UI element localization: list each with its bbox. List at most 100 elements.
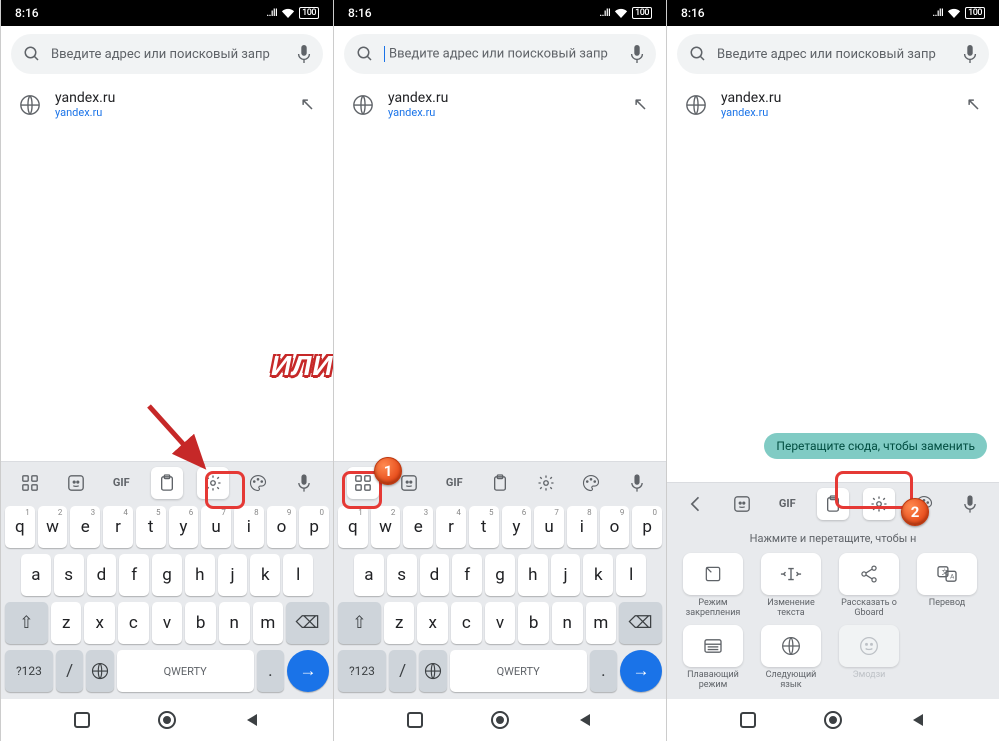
insert-arrow-icon[interactable]: ↖ (966, 94, 981, 115)
key-lang[interactable] (419, 650, 446, 692)
key-t[interactable]: t5 (469, 506, 499, 548)
mic-icon[interactable] (630, 45, 644, 63)
suggestion-row[interactable]: yandex.ru yandex.ru ↖ (334, 82, 666, 127)
grid-item-edit-text[interactable]: Изменение текста (755, 553, 827, 619)
key-i[interactable]: i8 (567, 506, 597, 548)
key-j[interactable]: j (551, 554, 581, 596)
suggestion-row[interactable]: yandex.ru yandex.ru ↖ (1, 82, 333, 127)
grid-item-translate[interactable]: 文AПеревод (911, 553, 983, 619)
key-k[interactable]: k (583, 554, 613, 596)
search-bar[interactable]: Введите адрес или поисковый запр (11, 34, 323, 74)
key-h[interactable]: h (518, 554, 548, 596)
key-go[interactable]: → (620, 650, 662, 692)
key-q[interactable]: q1 (5, 506, 35, 548)
nav-recent-icon[interactable] (740, 712, 756, 728)
key-d[interactable]: d (87, 554, 117, 596)
search-bar[interactable]: Введите адрес или поисковый запр (677, 34, 989, 74)
search-bar[interactable]: Введите адрес или поисковый запр (344, 34, 656, 74)
key-u[interactable]: u7 (201, 506, 231, 548)
key-a[interactable]: a (354, 554, 384, 596)
key-t[interactable]: t5 (136, 506, 166, 548)
key-s[interactable]: s (387, 554, 417, 596)
palette-icon[interactable] (575, 467, 607, 499)
mic-icon[interactable] (288, 467, 320, 499)
key-w[interactable]: w2 (38, 506, 68, 548)
key-j[interactable]: j (218, 554, 248, 596)
key-shift[interactable]: ⇧ (338, 602, 381, 644)
key-l[interactable]: l (616, 554, 646, 596)
grid-item-floating[interactable]: Плавающий режим (677, 625, 749, 691)
key-v[interactable]: v (152, 602, 183, 644)
clipboard-icon[interactable] (484, 467, 516, 499)
key-slash[interactable]: / (56, 650, 83, 692)
gif-icon[interactable]: GIF (438, 467, 470, 499)
key-b[interactable]: b (518, 602, 549, 644)
key-h[interactable]: h (185, 554, 215, 596)
sticker-icon[interactable] (726, 488, 758, 520)
key-s[interactable]: s (54, 554, 84, 596)
key-x[interactable]: x (84, 602, 115, 644)
key-w[interactable]: w2 (371, 506, 401, 548)
key-y[interactable]: y6 (502, 506, 532, 548)
key-shift[interactable]: ⇧ (5, 602, 48, 644)
key-u[interactable]: u7 (534, 506, 564, 548)
key-q[interactable]: q1 (338, 506, 368, 548)
key-r[interactable]: r4 (103, 506, 133, 548)
mic-icon[interactable] (954, 488, 986, 520)
mic-icon[interactable] (297, 45, 311, 63)
key-n[interactable]: n (219, 602, 250, 644)
key-c[interactable]: c (451, 602, 482, 644)
mic-icon[interactable] (621, 467, 653, 499)
key-z[interactable]: z (384, 602, 415, 644)
back-arrow-icon[interactable] (680, 488, 712, 520)
sticker-icon[interactable] (60, 467, 92, 499)
key-go[interactable]: → (287, 650, 329, 692)
nav-home-icon[interactable] (157, 710, 177, 730)
key-x[interactable]: x (417, 602, 448, 644)
key-space[interactable]: QWERTY (450, 650, 587, 692)
palette-icon[interactable] (242, 467, 274, 499)
key-f[interactable]: f (452, 554, 482, 596)
key-k[interactable]: k (250, 554, 280, 596)
nav-home-icon[interactable] (823, 710, 843, 730)
insert-arrow-icon[interactable]: ↖ (633, 94, 648, 115)
key-f[interactable]: f (119, 554, 149, 596)
key-c[interactable]: c (118, 602, 149, 644)
key-backspace[interactable]: ⌫ (619, 602, 662, 644)
key-numbers[interactable]: ?123 (338, 650, 386, 692)
key-numbers[interactable]: ?123 (5, 650, 53, 692)
key-i[interactable]: i8 (234, 506, 264, 548)
key-v[interactable]: v (485, 602, 516, 644)
nav-back-icon[interactable] (577, 712, 593, 728)
key-g[interactable]: g (152, 554, 182, 596)
suggestion-row[interactable]: yandex.ru yandex.ru ↖ (667, 82, 999, 127)
key-n[interactable]: n (552, 602, 583, 644)
key-o[interactable]: o9 (600, 506, 630, 548)
key-a[interactable]: a (21, 554, 51, 596)
gif-icon[interactable]: GIF (105, 467, 137, 499)
key-b[interactable]: b (185, 602, 216, 644)
key-backspace[interactable]: ⌫ (286, 602, 329, 644)
grid-icon[interactable] (14, 467, 46, 499)
key-y[interactable]: y6 (169, 506, 199, 548)
mic-icon[interactable] (963, 45, 977, 63)
key-g[interactable]: g (485, 554, 515, 596)
nav-home-icon[interactable] (490, 710, 510, 730)
grid-item-pin[interactable]: Режим закрепления (677, 553, 749, 619)
gear-icon[interactable] (863, 488, 895, 520)
key-r[interactable]: r4 (436, 506, 466, 548)
key-slash[interactable]: / (389, 650, 416, 692)
nav-back-icon[interactable] (244, 712, 260, 728)
nav-recent-icon[interactable] (407, 712, 423, 728)
key-o[interactable]: o9 (267, 506, 297, 548)
insert-arrow-icon[interactable]: ↖ (300, 94, 315, 115)
key-l[interactable]: l (283, 554, 313, 596)
grid-item-next-lang[interactable]: Следующий язык (755, 625, 827, 691)
key-p[interactable]: p0 (299, 506, 329, 548)
key-lang[interactable] (86, 650, 113, 692)
key-m[interactable]: m (586, 602, 617, 644)
key-e[interactable]: e3 (403, 506, 433, 548)
nav-back-icon[interactable] (910, 712, 926, 728)
gif-icon[interactable]: GIF (771, 488, 803, 520)
nav-recent-icon[interactable] (74, 712, 90, 728)
